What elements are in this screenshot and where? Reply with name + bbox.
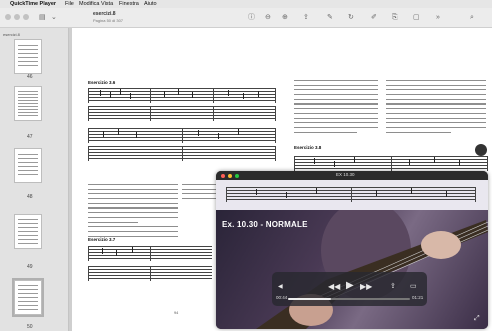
page-number-47: 47 xyxy=(27,134,33,140)
page-thumbnail-49[interactable] xyxy=(14,214,42,249)
player-zoom-button[interactable] xyxy=(235,174,239,178)
gear-logo-icon xyxy=(475,144,487,156)
minimize-button[interactable] xyxy=(14,14,20,20)
toolbar: ▤ ⌄ esercizi.8 Pagina 50 di 307 ⓘ ⊖ ⊕ ⇪ … xyxy=(0,8,492,28)
playback-controls: ◀ ◀◀ ▶ ▶▶ ⇪ ▭ 00:44 01:21 xyxy=(272,272,427,306)
document-title: esercizi.8 xyxy=(93,11,116,17)
form-icon[interactable]: ▢ xyxy=(413,13,420,22)
body-text xyxy=(294,80,378,136)
annotate-icon[interactable]: ⎘ xyxy=(392,13,398,22)
player-window-title: EX 10.30 xyxy=(336,172,355,177)
scrubber-bar[interactable] xyxy=(288,298,410,300)
document-subtitle: Pagina 50 di 307 xyxy=(93,18,124,23)
sidebar-label: esercizi.8 xyxy=(3,32,20,37)
tablature-staff xyxy=(88,146,276,162)
menu-vista[interactable]: Vista xyxy=(101,0,113,8)
zoom-out-icon[interactable]: ⊖ xyxy=(265,13,271,22)
exercise-heading: Esercizio 3.7 xyxy=(88,237,116,242)
page-number-49: 49 xyxy=(27,264,33,270)
menu-aiuto[interactable]: Aiuto xyxy=(144,0,157,8)
app-menu[interactable]: QuickTime Player xyxy=(10,0,56,8)
zoom-in-icon[interactable]: ⊕ xyxy=(282,13,288,22)
search-icon[interactable]: ⌕ xyxy=(470,13,474,22)
rotate-icon[interactable]: ↻ xyxy=(348,13,354,22)
page-number-50: 50 xyxy=(27,324,33,330)
rewind-icon[interactable]: ◀◀ xyxy=(328,282,340,291)
time-elapsed: 00:44 xyxy=(276,295,288,300)
page-thumbnail-50[interactable] xyxy=(12,278,44,317)
exercise-heading: Esercizio 3.6 xyxy=(88,80,116,85)
airplay-icon[interactable]: ▭ xyxy=(410,282,417,291)
page-number-48: 48 xyxy=(27,194,33,200)
share-icon[interactable]: ⇪ xyxy=(390,282,396,291)
page-thumbnail-47[interactable] xyxy=(14,86,42,121)
page-thumbnail-48[interactable] xyxy=(14,148,42,183)
music-staff xyxy=(88,88,276,104)
player-title-bar: EX 10.30 xyxy=(216,171,488,180)
video-overlay-label: Ex. 10.30 - NORMALE xyxy=(222,220,308,229)
menu-modifica[interactable]: Modifica xyxy=(79,0,99,8)
exercise-heading: Esercizio 3.8 xyxy=(294,145,322,150)
player-minimize-button[interactable] xyxy=(228,174,232,178)
markup-icon[interactable]: ✐ xyxy=(371,13,377,22)
zoom-button[interactable] xyxy=(23,14,29,20)
page-thumbnail-46[interactable] xyxy=(14,39,42,74)
body-text xyxy=(88,184,178,240)
page-number-46: 46 xyxy=(27,74,33,80)
page-number: 94 xyxy=(174,311,179,315)
music-staff xyxy=(226,187,476,203)
sidebar-toggle-icon[interactable]: ▤ xyxy=(39,13,46,22)
fast-forward-icon[interactable]: ▶▶ xyxy=(360,282,372,291)
more-icon[interactable]: » xyxy=(436,13,440,22)
view-menu-icon[interactable]: ⌄ xyxy=(51,13,57,22)
video-player-window[interactable]: EX 10.30 Ex. 10.30 - NORMALE ◀ ◀◀ ▶ ▶▶ ⇪… xyxy=(216,171,488,329)
info-icon[interactable]: ⓘ xyxy=(248,13,255,22)
share-icon[interactable]: ⇪ xyxy=(303,13,309,22)
music-staff xyxy=(294,156,488,172)
music-staff xyxy=(88,128,276,144)
time-remaining: 01:21 xyxy=(412,295,424,300)
close-button[interactable] xyxy=(5,14,11,20)
play-icon[interactable]: ▶ xyxy=(346,281,354,291)
fullscreen-icon[interactable]: ⤢ xyxy=(474,314,480,323)
music-staff xyxy=(88,246,212,262)
menu-finestra[interactable]: Finestra xyxy=(119,0,139,8)
video-sheet-music xyxy=(216,180,488,210)
volume-icon[interactable]: ◀ xyxy=(278,283,283,292)
body-text xyxy=(386,80,486,136)
tablature-staff xyxy=(88,266,212,282)
highlight-icon[interactable]: ✎ xyxy=(327,13,333,22)
scrubber-progress xyxy=(288,298,331,300)
thumbnail-sidebar: esercizi.8 46 47 48 49 50 xyxy=(0,28,69,331)
tablature-staff xyxy=(88,106,276,122)
menu-file[interactable]: File xyxy=(65,0,74,8)
player-close-button[interactable] xyxy=(221,174,225,178)
